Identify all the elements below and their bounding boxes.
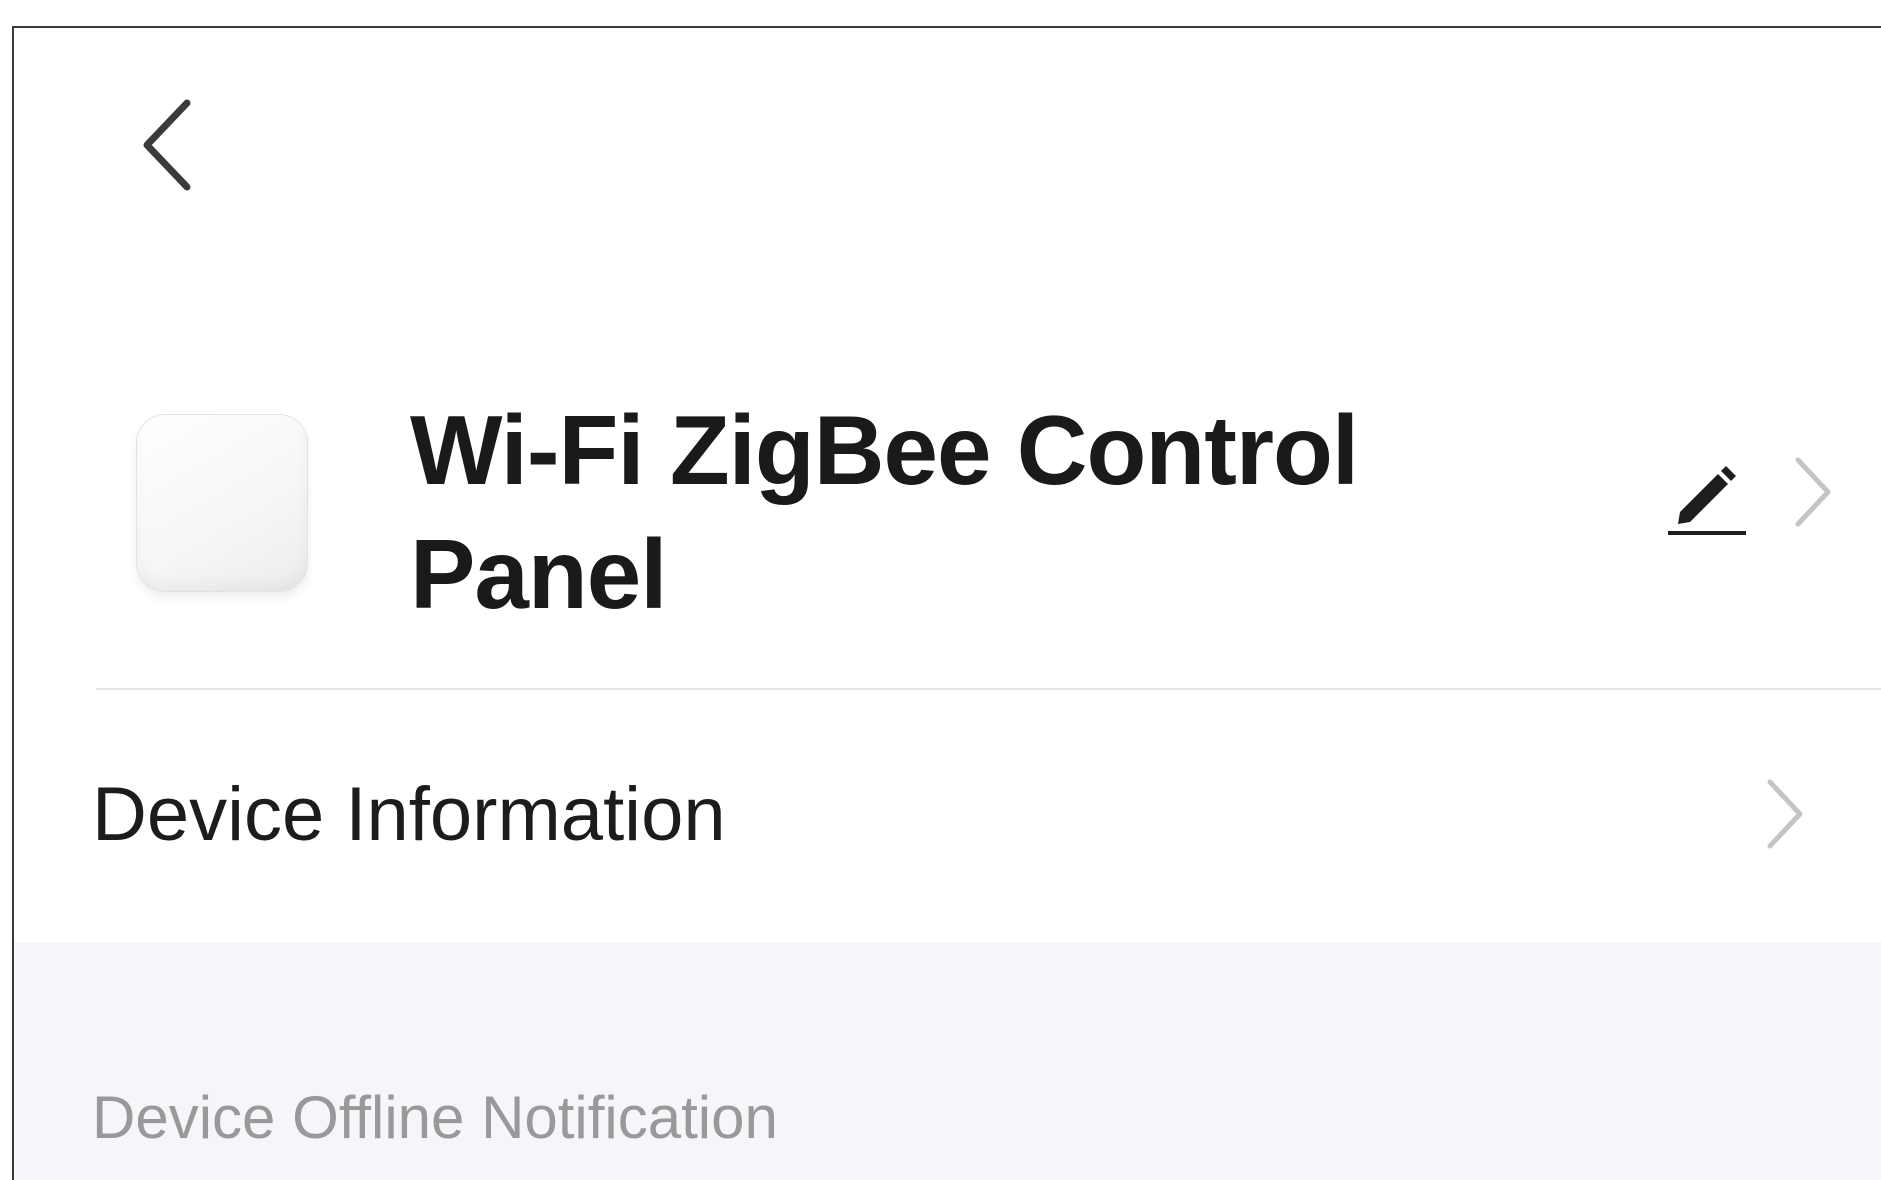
back-button[interactable]	[124, 90, 214, 200]
section-title: Device Offline Notification	[92, 1084, 778, 1151]
pencil-icon[interactable]	[1666, 458, 1748, 538]
device-information-row[interactable]: Device Information	[14, 690, 1881, 942]
device-thumbnail	[137, 415, 307, 591]
device-header-row[interactable]: Wi-Fi ZigBee Control Panel	[14, 358, 1881, 638]
chevron-left-icon	[143, 99, 191, 191]
offline-notification-section: Device Offline Notification	[14, 942, 1881, 1180]
device-information-label: Device Information	[92, 772, 726, 857]
chevron-right-icon	[1795, 457, 1831, 527]
chevron-right-icon	[1767, 779, 1803, 849]
device-name: Wi-Fi ZigBee Control Panel	[410, 395, 1359, 629]
settings-screen: Wi-Fi ZigBee Control Panel Device Inform…	[12, 26, 1881, 1180]
